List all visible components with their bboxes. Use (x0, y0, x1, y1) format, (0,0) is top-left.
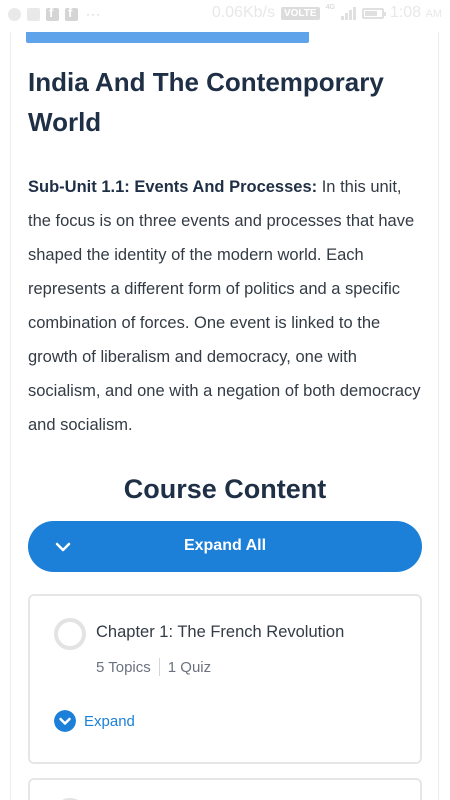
chapter-expand-label: Expand (84, 712, 135, 730)
image-icon (27, 7, 40, 21)
facebook-icon (65, 5, 78, 21)
progress-circle-icon (54, 618, 86, 650)
volte-badge: VOLTE (280, 6, 320, 20)
description-text: In this unit, the focus is on three even… (28, 178, 421, 434)
course-content-heading: Course Content (123, 474, 327, 504)
status-bar: ··· 0.06Kb/s VOLTE 4G 1:08 AM (0, 0, 450, 32)
chapter-title[interactable]: Chapter 1: The French Revolution (96, 623, 344, 642)
chapter-expand-button[interactable]: Expand (54, 710, 135, 732)
more-notifications-icon: ··· (86, 7, 101, 21)
network-speed: 0.06Kb/s (211, 4, 275, 21)
system-indicators: 0.06Kb/s VOLTE 4G 1:08 AM (212, 4, 442, 22)
notification-icons: ··· (8, 5, 101, 21)
network-type: 4G (325, 3, 335, 11)
top-tab-button[interactable] (26, 32, 309, 43)
facebook-icon (46, 5, 59, 21)
chevron-down-circle-icon (54, 710, 76, 732)
clock: 1:08 AM (389, 4, 442, 21)
page-title: India And The Contemporary World (28, 67, 384, 137)
expand-all-label: Expand All (183, 537, 267, 554)
topics-count: 5 Topics (96, 658, 151, 676)
meta-divider (158, 658, 160, 676)
unit-description: Sub-Unit 1.1: Events And Processes: In t… (28, 170, 428, 442)
content-border-left (10, 32, 11, 800)
content-border-right (438, 32, 439, 800)
chapter-card[interactable]: Chapter 1: The French Revolution 5 Topic… (28, 594, 422, 764)
chat-icon (8, 7, 21, 21)
battery-icon (361, 7, 386, 19)
quiz-count: 1 Quiz (167, 658, 212, 676)
chapter-card-next[interactable] (28, 778, 422, 800)
subunit-label: Sub-Unit 1.1: Events And Processes: (28, 178, 318, 196)
chapter-meta: 5 Topics 1 Quiz (96, 658, 211, 676)
signal-icon (340, 6, 356, 20)
expand-all-button[interactable]: Expand All (28, 521, 422, 572)
